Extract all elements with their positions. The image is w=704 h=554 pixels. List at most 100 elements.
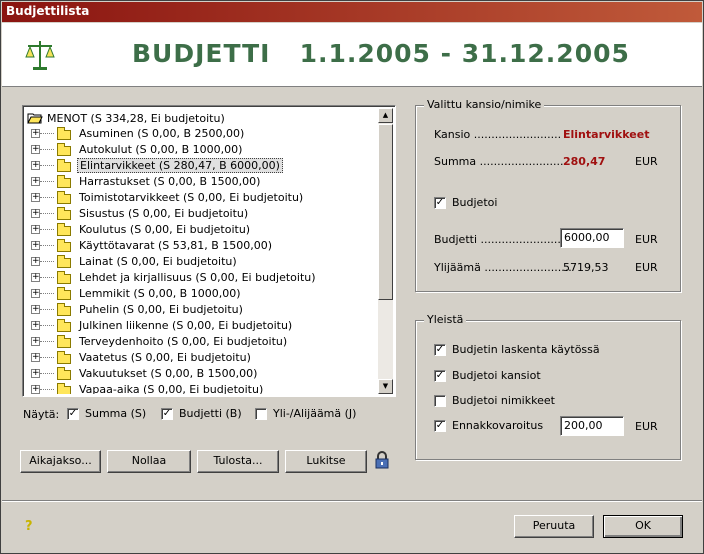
tree-item[interactable]: + Lemmikit (S 0,00, B 1000,00) (25, 286, 379, 302)
tree-item-label: Lehdet ja kirjallisuus (S 0,00, Ei budje… (79, 271, 316, 284)
nimikkeet-check-box[interactable] (434, 394, 446, 407)
tree-item-label: Elintarvikkeet (S 280,47, B 6000,00) (77, 158, 283, 173)
tree-item-label: Käyttötavarat (S 53,81, B 1500,00) (79, 239, 273, 252)
budjetoi-check-box[interactable]: ✓ (434, 196, 446, 209)
tree-item[interactable]: + Toimistotarvikkeet (S 0,00, Ei budjetoi… (25, 190, 379, 206)
yli-check-box[interactable] (255, 407, 267, 420)
folder-icon (57, 207, 71, 220)
expand-icon[interactable]: + (31, 353, 40, 362)
tree-item[interactable]: + Lehdet ja kirjallisuus (S 0,00, Ei budj… (25, 270, 379, 286)
folder-icon (57, 335, 71, 348)
tree-item[interactable]: + Julkinen liikenne (S 0,00, Ei budjetoit… (25, 318, 379, 334)
tree-item[interactable]: + Vaatetus (S 0,00, Ei budjetoitu) (25, 350, 379, 366)
expand-icon[interactable]: + (31, 177, 40, 186)
expand-icon[interactable]: + (31, 241, 40, 250)
cancel-button[interactable]: Peruuta (514, 515, 594, 538)
tree-item-label: Autokulut (S 0,00, B 1000,00) (79, 143, 243, 156)
laskenta-check-box[interactable]: ✓ (434, 343, 446, 356)
scale-icon (25, 41, 55, 70)
ylijaama-value: 5719,53 (563, 261, 609, 274)
tree-root[interactable]: MENOT (S 334,28, Ei budjetoitu) (25, 110, 379, 126)
lock-icon[interactable] (375, 451, 389, 469)
ennakko-input[interactable]: 200,00 (560, 416, 624, 436)
tree-item[interactable]: + Elintarvikkeet (S 280,47, B 6000,00) (25, 158, 379, 174)
expand-icon[interactable]: + (31, 385, 40, 394)
scroll-down-button[interactable]: ▼ (378, 379, 393, 394)
budjetti-input[interactable]: 6000,00 (560, 228, 624, 248)
selected-item-panel: Valittu kansio/nimike Kansio ...........… (415, 98, 681, 292)
expand-icon[interactable]: + (31, 369, 40, 378)
tree-connector (40, 309, 54, 310)
general-panel-title: Yleistä (424, 313, 467, 326)
tree-connector (40, 133, 54, 134)
budjetti-label: Budjetti ......................... (434, 233, 568, 246)
scroll-thumb[interactable] (378, 124, 393, 300)
expand-icon[interactable]: + (31, 209, 40, 218)
footer-separator (2, 500, 702, 502)
nollaa-button[interactable]: Nollaa (107, 450, 191, 473)
expand-icon[interactable]: + (31, 161, 40, 170)
tree-item[interactable]: + Sisustus (S 0,00, Ei budjetoitu) (25, 206, 379, 222)
tree-connector (40, 277, 54, 278)
tree-item-label: Puhelin (S 0,00, Ei budjetoitu) (79, 303, 243, 316)
folder-icon (57, 223, 71, 236)
tree-scrollbar[interactable]: ▲ ▼ (378, 108, 393, 394)
show-summa-checkbox[interactable]: ✓ Summa (S) (67, 407, 146, 420)
budjetoi-checkbox[interactable]: ✓ Budjetoi (434, 196, 497, 209)
tulosta-button[interactable]: Tulosta... (197, 450, 279, 473)
expand-icon[interactable]: + (31, 193, 40, 202)
nimikkeet-label: Budjetoi nimikkeet (452, 394, 555, 407)
show-yli-checkbox[interactable]: Yli-/Alijäämä (J) (255, 407, 356, 420)
category-tree[interactable]: MENOT (S 334,28, Ei budjetoitu) + Asumine… (22, 105, 396, 397)
yli-label: Yli-/Alijäämä (J) (273, 407, 357, 420)
lukitse-button[interactable]: Lukitse (285, 450, 367, 473)
tree-item[interactable]: + Vapaa-aika (S 0,00, Ei budjetoitu) (25, 382, 379, 394)
expand-icon[interactable]: + (31, 257, 40, 266)
ennakko-unit: EUR (635, 420, 658, 433)
tree-item-label: Toimistotarvikkeet (S 0,00, Ei budjetoit… (79, 191, 304, 204)
expand-icon[interactable]: + (31, 289, 40, 298)
tree-item[interactable]: + Harrastukset (S 0,00, B 1500,00) (25, 174, 379, 190)
expand-icon[interactable]: + (31, 273, 40, 282)
tree-item[interactable]: + Puhelin (S 0,00, Ei budjetoitu) (25, 302, 379, 318)
folder-icon (57, 143, 71, 156)
expand-icon[interactable]: + (31, 225, 40, 234)
ok-button[interactable]: OK (603, 515, 683, 538)
expand-icon[interactable]: + (31, 305, 40, 314)
kansiot-checkbox[interactable]: ✓ Budjetoi kansiot (434, 369, 541, 382)
folder-icon (57, 383, 71, 394)
folder-icon (57, 271, 71, 284)
budjetti-check-box[interactable]: ✓ (161, 407, 173, 420)
ennakko-check-box[interactable]: ✓ (434, 419, 446, 432)
tree-connector (40, 245, 54, 246)
tree-item[interactable]: + Autokulut (S 0,00, B 1000,00) (25, 142, 379, 158)
scroll-up-button[interactable]: ▲ (378, 108, 393, 123)
tree-list: MENOT (S 334,28, Ei budjetoitu) + Asumine… (25, 108, 379, 394)
folder-icon (57, 367, 71, 380)
tree-item-label: Harrastukset (S 0,00, B 1500,00) (79, 175, 261, 188)
laskenta-checkbox[interactable]: ✓ Budjetin laskenta käytössä (434, 343, 600, 356)
tree-item[interactable]: + Lainat (S 0,00, Ei budjetoitu) (25, 254, 379, 270)
folder-icon (57, 303, 71, 316)
tree-connector (40, 229, 54, 230)
tree-item[interactable]: + Terveydenhoito (S 0,00, Ei budjetoitu) (25, 334, 379, 350)
expand-icon[interactable]: + (31, 337, 40, 346)
tree-item[interactable]: + Asuminen (S 0,00, B 2500,00) (25, 126, 379, 142)
tree-item[interactable]: + Koulutus (S 0,00, Ei budjetoitu) (25, 222, 379, 238)
folder-icon (57, 191, 71, 204)
show-budjetti-checkbox[interactable]: ✓ Budjetti (B) (161, 407, 242, 420)
expand-icon[interactable]: + (31, 321, 40, 330)
ennakko-checkbox[interactable]: ✓ Ennakkovaroitus (434, 419, 543, 432)
summa-check-box[interactable]: ✓ (67, 407, 79, 420)
help-icon[interactable]: ? (25, 519, 33, 534)
expand-icon[interactable]: + (31, 129, 40, 138)
nimikkeet-checkbox[interactable]: Budjetoi nimikkeet (434, 394, 555, 407)
summa-unit: EUR (635, 155, 658, 168)
summa-label: Summa ......................... (434, 155, 568, 168)
aikajakso-button[interactable]: Aikajakso... (20, 450, 101, 473)
tree-item[interactable]: + Käyttötavarat (S 53,81, B 1500,00) (25, 238, 379, 254)
expand-icon[interactable]: + (31, 145, 40, 154)
show-label: Näytä: (23, 408, 60, 421)
kansiot-check-box[interactable]: ✓ (434, 369, 446, 382)
tree-item[interactable]: + Vakuutukset (S 0,00, B 1500,00) (25, 366, 379, 382)
